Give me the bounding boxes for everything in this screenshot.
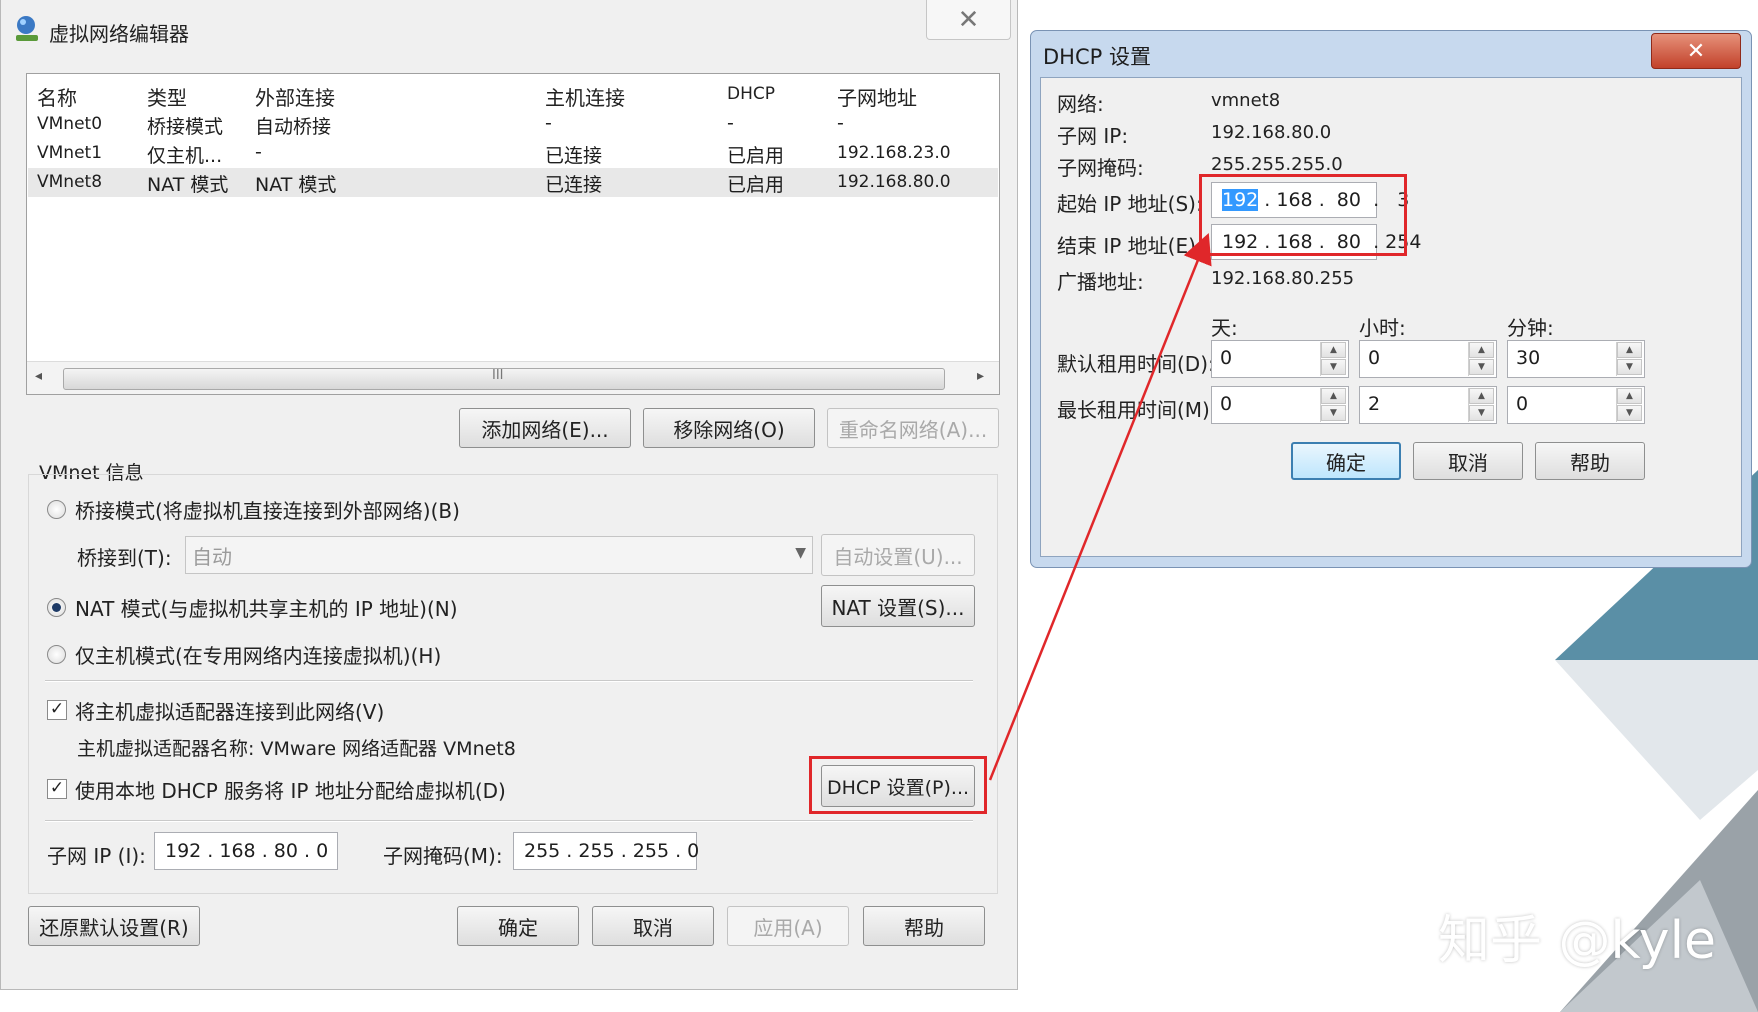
watermark-text: 知乎 @kyle [1438,911,1717,971]
annotation-arrow [988,233,1212,781]
